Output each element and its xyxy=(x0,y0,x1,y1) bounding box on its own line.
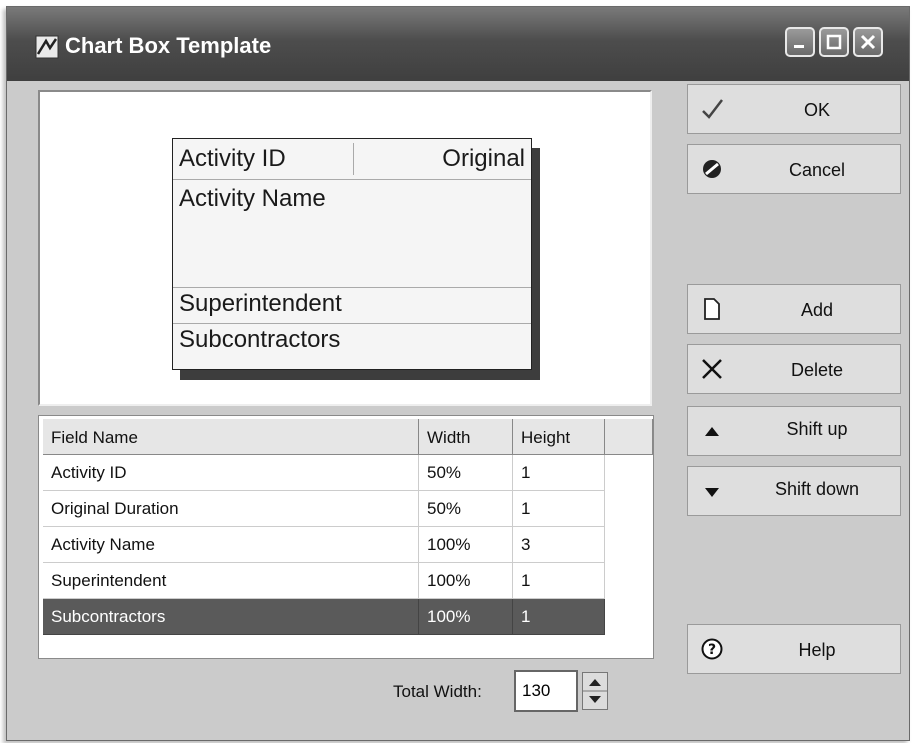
cell-field[interactable]: Original Duration xyxy=(43,491,419,527)
new-document-icon xyxy=(704,298,720,320)
title-bar[interactable]: Chart Box Template xyxy=(7,7,909,81)
chart-app-icon xyxy=(35,35,59,59)
cell-width[interactable]: 50% xyxy=(419,491,513,527)
cell-field-selected[interactable]: Subcontractors xyxy=(43,599,419,635)
column-header-blank xyxy=(605,419,653,455)
delete-label: Delete xyxy=(790,360,844,380)
triangle-down-icon xyxy=(705,488,719,497)
cancel-button[interactable]: Cancel xyxy=(687,144,901,194)
svg-text:?: ? xyxy=(708,642,716,658)
box-row-id: Activity ID Original xyxy=(173,139,531,180)
cell-height[interactable]: 3 xyxy=(513,527,605,563)
box-original: Original xyxy=(442,145,525,172)
total-width-label: Total Width: xyxy=(393,682,482,701)
cell-field[interactable]: Superintendent xyxy=(43,563,419,599)
cell-field[interactable]: Activity ID xyxy=(43,455,419,491)
box-superintendent: Superintendent xyxy=(179,290,342,317)
no-entry-icon xyxy=(703,160,721,178)
box-row-name: Activity Name xyxy=(173,179,531,288)
shift-up-label: Shift up xyxy=(786,419,848,439)
box-row-subcontractors: Subcontractors xyxy=(173,323,531,369)
cell-width[interactable]: 100% xyxy=(419,527,513,563)
cell-field[interactable]: Activity Name xyxy=(43,527,419,563)
box-activity-name: Activity Name xyxy=(179,185,326,212)
box-divider xyxy=(353,143,354,175)
shift-down-label: Shift down xyxy=(774,479,860,499)
cell-height-selected[interactable]: 1 xyxy=(513,599,605,635)
close-icon xyxy=(860,34,876,50)
delete-button[interactable]: Delete xyxy=(687,344,901,394)
total-width-spinner[interactable] xyxy=(582,672,608,710)
help-label: Help xyxy=(798,640,836,660)
cell-height[interactable]: 1 xyxy=(513,563,605,599)
cell-width-selected[interactable]: 100% xyxy=(419,599,513,635)
x-icon xyxy=(702,359,722,379)
help-button[interactable]: ? Help xyxy=(687,624,901,674)
box-subcontractors: Subcontractors xyxy=(179,326,341,353)
close-button[interactable] xyxy=(853,27,883,57)
ok-label: OK xyxy=(803,100,830,120)
maximize-icon xyxy=(826,34,842,50)
minimize-icon xyxy=(794,45,804,48)
fields-grid: Field Name Width Height Activity ID 50% … xyxy=(38,415,654,659)
shift-up-button[interactable]: Shift up xyxy=(687,406,901,456)
column-header-width[interactable]: Width xyxy=(419,419,513,455)
maximize-button[interactable] xyxy=(819,27,849,57)
cell-width[interactable]: 100% xyxy=(419,563,513,599)
ok-button[interactable]: OK xyxy=(687,84,901,134)
column-header-field[interactable]: Field Name xyxy=(43,419,419,455)
minimize-button[interactable] xyxy=(785,27,815,57)
triangle-up-icon xyxy=(705,427,719,436)
shift-down-button[interactable]: Shift down xyxy=(687,466,901,516)
add-label: Add xyxy=(800,300,834,320)
window-title: Chart Box Template xyxy=(65,33,272,58)
cancel-label: Cancel xyxy=(788,160,846,180)
column-header-height[interactable]: Height xyxy=(513,419,605,455)
cell-height[interactable]: 1 xyxy=(513,455,605,491)
cell-height[interactable]: 1 xyxy=(513,491,605,527)
checkmark-icon xyxy=(702,99,723,119)
box-row-superintendent: Superintendent xyxy=(173,287,531,324)
total-width-input[interactable]: 130 xyxy=(514,670,578,712)
box-activity-id: Activity ID xyxy=(179,145,286,172)
question-circle-icon: ? xyxy=(701,638,723,660)
add-button[interactable]: Add xyxy=(687,284,901,334)
cell-width[interactable]: 50% xyxy=(419,455,513,491)
chart-box: Activity ID Original Activity Name Super… xyxy=(172,138,532,370)
spinner-arrows-icon xyxy=(583,679,607,703)
